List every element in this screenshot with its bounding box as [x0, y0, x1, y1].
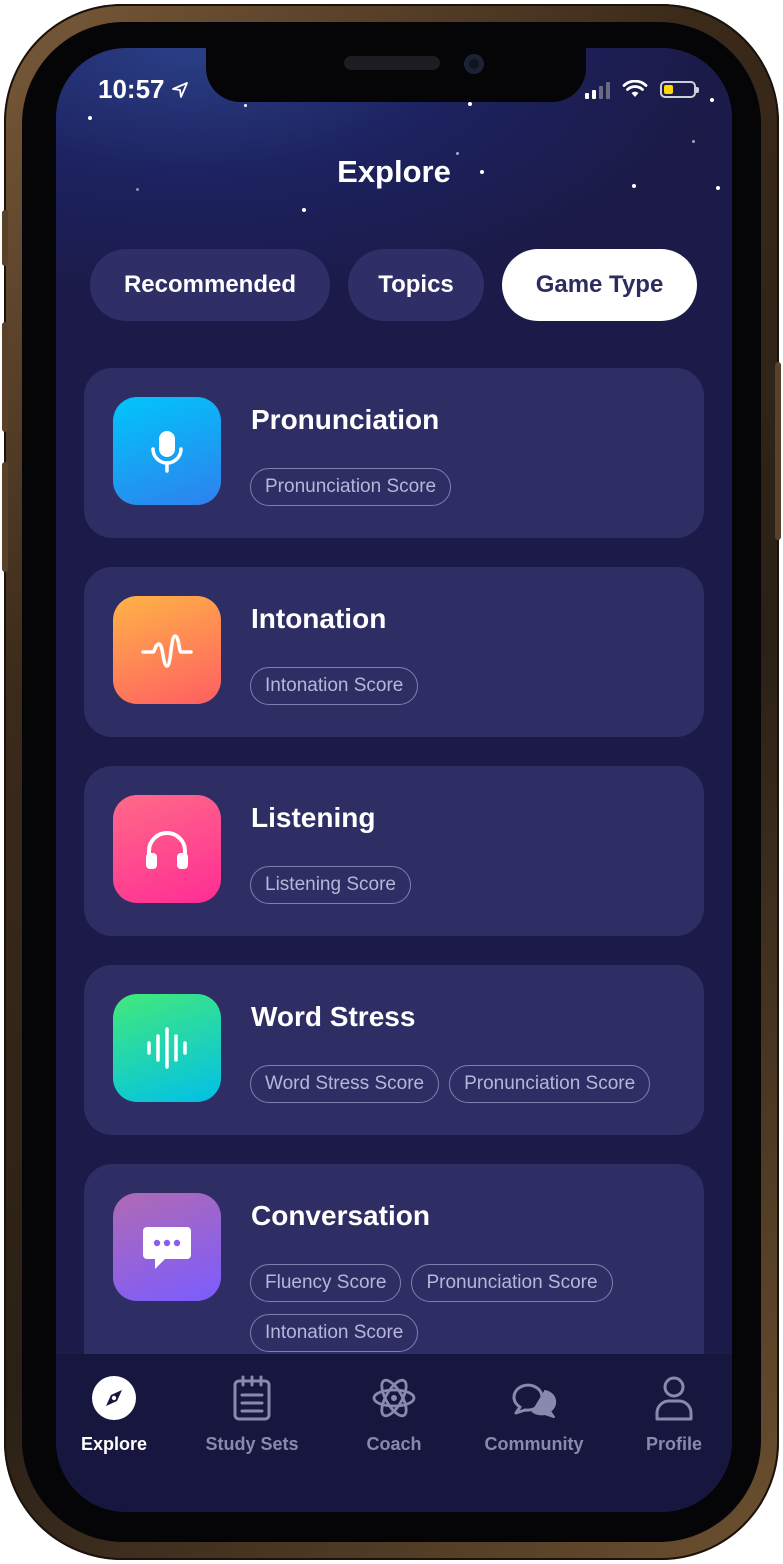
atom-icon [372, 1378, 416, 1418]
score-badge: Pronunciation Score [449, 1065, 651, 1103]
card-title: Pronunciation [251, 404, 440, 435]
tab-game-type[interactable]: Game Type [502, 249, 697, 321]
wifi-icon [622, 80, 648, 97]
intonation-icon-tile [113, 596, 221, 704]
front-camera [464, 54, 484, 74]
game-type-card-word-stress[interactable]: Word Stress Word Stress Score Pronunciat… [84, 965, 704, 1135]
game-type-card-intonation[interactable]: Intonation Intonation Score [84, 567, 704, 737]
score-badge: Word Stress Score [250, 1065, 440, 1103]
page-title: Explore [337, 154, 451, 189]
status-bar-indicators [585, 80, 699, 99]
time-label: 10:57 [98, 74, 165, 104]
tab-label: Game Type [535, 271, 664, 298]
card-title: Intonation [251, 603, 387, 634]
nav-label: Coach [366, 1434, 422, 1454]
score-badge: Intonation Score [250, 1314, 419, 1352]
nav-community[interactable]: Community [469, 1374, 599, 1455]
score-badge: Fluency Score [250, 1264, 402, 1302]
headphones-icon [146, 831, 188, 869]
score-badges: Word Stress Score Pronunciation Score [250, 1065, 700, 1103]
nav-label: Profile [645, 1434, 702, 1454]
nav-label: Explore [80, 1434, 148, 1454]
tab-label: Topics [378, 271, 454, 298]
cellular-signal-icon [585, 81, 610, 99]
power-button [775, 362, 781, 540]
score-badges: Fluency Score Pronunciation Score Intona… [250, 1264, 700, 1352]
tab-label: Recommended [123, 271, 297, 298]
score-badge: Listening Score [250, 866, 411, 904]
device-notch [206, 48, 586, 102]
card-title: Listening [251, 802, 376, 833]
nav-coach[interactable]: Coach [329, 1374, 459, 1455]
filter-tabs: Recommended Topics Game Type [90, 249, 697, 321]
listening-icon-tile [113, 795, 221, 903]
nav-label: Community [484, 1434, 584, 1454]
waveform-icon [141, 634, 193, 668]
score-badge: Intonation Score [250, 667, 419, 705]
word-stress-icon-tile [113, 994, 221, 1102]
chat-bubbles-icon [512, 1383, 557, 1418]
card-title: Word Stress [251, 1001, 416, 1032]
nav-label: Study Sets [205, 1434, 299, 1454]
score-badges: Intonation Score [250, 667, 700, 705]
battery-icon [660, 81, 699, 98]
microphone-icon [151, 431, 183, 473]
person-icon [655, 1376, 693, 1421]
game-type-card-listening[interactable]: Listening Listening Score [84, 766, 704, 936]
silent-switch [2, 210, 8, 266]
conversation-icon-tile [113, 1193, 221, 1301]
earpiece-speaker [344, 56, 440, 70]
compass-icon [92, 1376, 136, 1420]
location-arrow-icon [171, 81, 188, 98]
chat-bubble-icon [143, 1227, 191, 1269]
score-badges: Listening Score [250, 866, 700, 904]
notepad-icon [233, 1375, 271, 1421]
nav-study-sets[interactable]: Study Sets [187, 1374, 317, 1455]
status-bar-time: 10:57 [98, 74, 189, 105]
pronunciation-icon-tile [113, 397, 221, 505]
bottom-tab-bar: Explore Study Sets Coach Community Profi… [56, 1354, 732, 1512]
score-badge: Pronunciation Score [411, 1264, 613, 1302]
tab-recommended[interactable]: Recommended [90, 249, 330, 321]
card-title: Conversation [251, 1200, 430, 1231]
game-type-card-pronunciation[interactable]: Pronunciation Pronunciation Score [84, 368, 704, 538]
tab-topics[interactable]: Topics [348, 249, 484, 321]
nav-profile[interactable]: Profile [609, 1374, 732, 1455]
nav-explore[interactable]: Explore [56, 1374, 179, 1455]
score-badges: Pronunciation Score [250, 468, 700, 506]
volume-up-button [2, 322, 8, 432]
app-screen: 10:57 Explore Recommended Topics Game Ty… [56, 48, 732, 1512]
volume-down-button [2, 462, 8, 572]
score-badge: Pronunciation Score [250, 468, 452, 506]
sound-bars-icon [147, 1027, 187, 1069]
